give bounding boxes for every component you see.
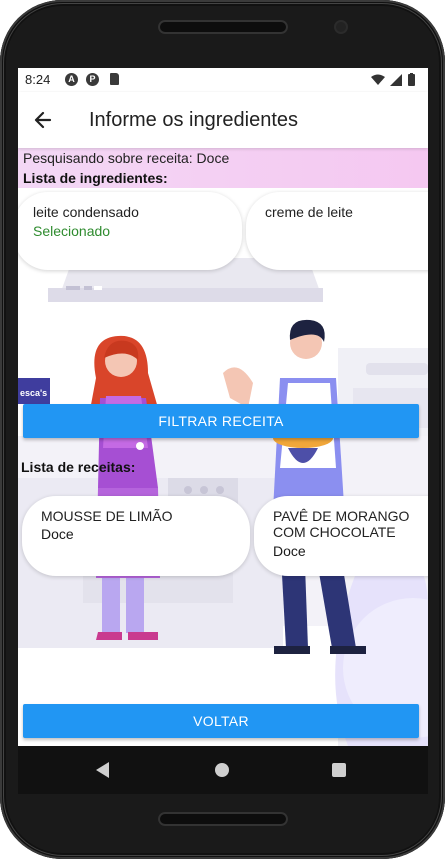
- recipe-title: PAVÊ DE MORANGO COM CHOCOLATE: [273, 508, 410, 540]
- filter-recipe-button[interactable]: FILTRAR RECEITA: [23, 404, 419, 438]
- page-title: Informe os ingredientes: [89, 109, 299, 131]
- recipe-title: MOUSSE DE LIMÃO: [41, 508, 173, 524]
- nav-recents-icon[interactable]: [332, 763, 346, 777]
- status-time: 8:24: [25, 72, 51, 87]
- status-bar: 8:24 A P: [18, 68, 428, 92]
- arrow-left-icon: [34, 111, 52, 129]
- bottom-speaker: [158, 812, 288, 826]
- earpiece-speaker: [158, 20, 288, 34]
- recipe-card[interactable]: PAVÊ DE MORANGO COM CHOCOLATE Doce: [254, 496, 428, 576]
- ingredient-name: leite condensado: [33, 204, 139, 220]
- recipes-heading: Lista de receitas:: [21, 459, 136, 475]
- recipe-card[interactable]: MOUSSE DE LIMÃO Doce: [22, 496, 250, 576]
- a-notification-icon: A: [65, 73, 78, 86]
- ingredients-heading: Lista de ingredientes:: [23, 170, 168, 186]
- wifi-icon: [371, 74, 385, 85]
- battery-icon: [408, 74, 415, 86]
- nav-home-icon[interactable]: [215, 763, 229, 777]
- nav-back-icon[interactable]: [96, 762, 109, 778]
- ingredient-status: Selecionado: [33, 223, 111, 239]
- android-nav-bar: [18, 746, 428, 794]
- p-notification-icon: P: [86, 73, 99, 86]
- front-camera: [336, 22, 346, 32]
- status-right-icons: [371, 73, 415, 86]
- ingredient-name: creme de leite: [265, 204, 353, 220]
- ingredient-card[interactable]: leite condensado Selecionado: [18, 192, 242, 270]
- ingredient-card[interactable]: creme de leite: [246, 192, 428, 270]
- sd-card-icon: [110, 73, 119, 85]
- recipe-category: Doce: [41, 526, 74, 542]
- back-button[interactable]: VOLTAR: [23, 704, 419, 738]
- back-arrow-button[interactable]: [28, 104, 60, 136]
- app-bar: Informe os ingredientes: [18, 92, 428, 148]
- screen: 8:24 A P Informe os ingredientes esca's …: [18, 68, 428, 746]
- svg-text:esca's: esca's: [20, 388, 47, 398]
- search-info-text: Pesquisando sobre receita: Doce: [23, 150, 230, 166]
- content-area: esca's Pesquisando sobre receita: Doce L…: [18, 148, 428, 746]
- signal-icon: [390, 74, 402, 86]
- recipe-category: Doce: [273, 543, 306, 559]
